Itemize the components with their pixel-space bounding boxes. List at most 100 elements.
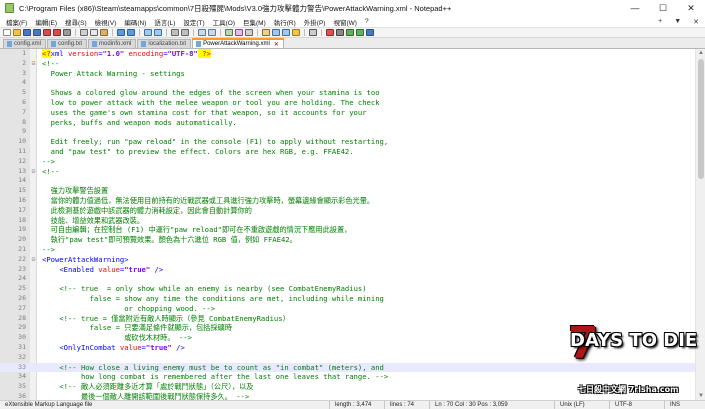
code-line[interactable]: 25 <!-- true = only show while an enemy … bbox=[0, 284, 705, 294]
open-file-icon[interactable] bbox=[13, 29, 21, 36]
code-line[interactable]: 5 Shows a colored glow around the edges … bbox=[0, 88, 705, 98]
menu-item[interactable]: 語言(L) bbox=[150, 17, 179, 27]
tab-file[interactable]: localization.txt bbox=[137, 39, 192, 48]
zoom-in-icon[interactable] bbox=[171, 29, 179, 36]
sync-horizontal-icon[interactable] bbox=[208, 29, 216, 36]
code-line[interactable]: 8 perks, buffs and weapon mods automatic… bbox=[0, 118, 705, 128]
status-encoding[interactable]: UTF-8 bbox=[610, 401, 665, 409]
code-line[interactable]: 24 bbox=[0, 274, 705, 284]
show-all-chars-icon[interactable] bbox=[235, 29, 243, 36]
code-token: --> bbox=[42, 156, 55, 166]
menu-item[interactable]: 工具(O) bbox=[209, 17, 239, 27]
code-line[interactable]: 18 技能、增益效果和武器改裝。 bbox=[0, 216, 705, 226]
menu-item[interactable]: 外掛(P) bbox=[300, 17, 330, 27]
cut-icon[interactable] bbox=[80, 29, 88, 36]
function-list-icon[interactable] bbox=[282, 29, 290, 36]
tab-close-icon[interactable]: ✕ bbox=[274, 41, 279, 48]
line-number: 24 bbox=[18, 274, 26, 283]
code-line[interactable]: 20 執行"paw test"即可預覽效果。顏色為十六進位 RGB 值，例如 F… bbox=[0, 235, 705, 245]
menu-item[interactable]: 視窗(W) bbox=[329, 17, 360, 27]
code-line[interactable]: 12 --> bbox=[0, 157, 705, 167]
code-line[interactable]: 16 當你的體力值過低，無法使用目前持有的近戰武器或工具進行強力攻擊時，螢幕邊緣… bbox=[0, 196, 705, 206]
folder-workspace-icon[interactable] bbox=[292, 29, 300, 36]
menu-item[interactable]: 檢視(V) bbox=[91, 17, 121, 27]
code-line[interactable]: 4 bbox=[0, 78, 705, 88]
menu-item[interactable]: 執行(R) bbox=[270, 17, 300, 27]
new-tab-plus-icon[interactable]: + bbox=[652, 18, 668, 25]
copy-icon[interactable] bbox=[90, 29, 98, 36]
close-doc-icon[interactable]: ✕ bbox=[687, 18, 705, 26]
close-button[interactable]: ✕ bbox=[677, 0, 705, 16]
code-line[interactable]: 7 uses the game's own stamina cost for t… bbox=[0, 108, 705, 118]
status-eol[interactable]: Unix (LF) bbox=[555, 401, 610, 409]
sync-vertical-icon[interactable] bbox=[198, 29, 206, 36]
tab-list-arrow-icon[interactable]: ▼ bbox=[668, 18, 687, 25]
new-file-icon[interactable] bbox=[3, 29, 11, 36]
code-line[interactable]: 19 可自由編輯；在控制台 (F1) 中運行"paw reload"即可在不重啟… bbox=[0, 225, 705, 235]
macro-play-icon[interactable] bbox=[346, 29, 354, 36]
menu-item[interactable]: 檔案(F) bbox=[2, 17, 31, 27]
code-token: 或砍伐木材時。 --> bbox=[42, 333, 192, 343]
code-line[interactable]: 15 強力攻擊警告設置 bbox=[0, 186, 705, 196]
macro-stop-icon[interactable] bbox=[336, 29, 344, 36]
code-line[interactable]: 1 <?xml version="1.0" encoding="UTF-8" ?> bbox=[0, 49, 705, 59]
monitor-icon[interactable] bbox=[309, 29, 317, 36]
code-line[interactable]: 23 <Enabled value="true" /> bbox=[0, 265, 705, 275]
doc-map-icon[interactable] bbox=[272, 29, 280, 36]
menu-item[interactable]: 搜尋(S) bbox=[61, 17, 91, 27]
code-line[interactable]: 21 --> bbox=[0, 245, 705, 255]
code-line[interactable]: 10 Edit freely; run "paw reload" in the … bbox=[0, 137, 705, 147]
scroll-down-icon[interactable]: ▼ bbox=[698, 393, 704, 399]
fold-toggle-icon[interactable]: ⊟ bbox=[31, 167, 36, 177]
fold-toggle-icon[interactable]: ⊟ bbox=[31, 59, 36, 69]
code-line[interactable]: 17 此檢測基於遊戲中該武器的體力消耗設定，因此會自動計算你的 bbox=[0, 206, 705, 216]
macro-save-icon[interactable] bbox=[366, 29, 374, 36]
indent-guide-icon[interactable] bbox=[245, 29, 253, 36]
replace-icon[interactable] bbox=[154, 29, 162, 36]
lang-define-icon[interactable] bbox=[262, 29, 270, 36]
menu-item[interactable]: 編碼(N) bbox=[120, 17, 150, 27]
code-line[interactable]: 13 ⊟ <!-- bbox=[0, 167, 705, 177]
code-token: false = 只要滿足條件就顯示，包括採礦時 bbox=[42, 323, 233, 333]
macro-play-multiple-icon[interactable] bbox=[356, 29, 364, 36]
code-line[interactable]: 11 and "paw test" to preview the effect.… bbox=[0, 147, 705, 157]
menu-item[interactable]: 編輯(E) bbox=[31, 17, 61, 27]
scroll-up-icon[interactable]: ▲ bbox=[698, 50, 704, 56]
minimize-button[interactable]: — bbox=[621, 0, 649, 16]
code-line[interactable]: 6 low to power attack with the melee wea… bbox=[0, 98, 705, 108]
code-text: <PowerAttackWarning> bbox=[42, 255, 129, 265]
code-text: --> bbox=[42, 245, 55, 255]
code-line[interactable]: 9 bbox=[0, 127, 705, 137]
code-line[interactable]: 14 bbox=[0, 176, 705, 186]
code-line[interactable]: 3 Power Attack Warning - settings bbox=[0, 69, 705, 79]
fold-toggle-icon[interactable]: ⊟ bbox=[31, 255, 36, 265]
menu-item[interactable]: 設定(T) bbox=[179, 17, 208, 27]
maximize-button[interactable]: ☐ bbox=[649, 0, 677, 16]
tab-file[interactable]: modinfo.xml bbox=[88, 39, 137, 48]
code-line[interactable]: 2 ⊟ <!-- bbox=[0, 59, 705, 69]
tab-file[interactable]: PowerAttackWarning.xml ✕ bbox=[192, 38, 284, 48]
print-icon[interactable] bbox=[63, 29, 71, 36]
code-line[interactable]: 27 or chopping wood. --> bbox=[0, 304, 705, 314]
save-all-icon[interactable] bbox=[33, 29, 41, 36]
find-icon[interactable] bbox=[144, 29, 152, 36]
close-file-icon[interactable] bbox=[43, 29, 51, 36]
menu-item[interactable]: ? bbox=[361, 18, 373, 25]
macro-record-icon[interactable] bbox=[326, 29, 334, 36]
redo-icon[interactable] bbox=[127, 29, 135, 36]
undo-icon[interactable] bbox=[117, 29, 125, 36]
scrollbar-thumb[interactable] bbox=[698, 59, 704, 179]
status-insert-mode[interactable]: INS bbox=[665, 401, 705, 409]
save-icon[interactable] bbox=[23, 29, 31, 36]
menu-item[interactable]: 巨集(M) bbox=[239, 17, 270, 27]
zoom-out-icon[interactable] bbox=[181, 29, 189, 36]
code-line[interactable]: 26 false = show any time the conditions … bbox=[0, 294, 705, 304]
code-line[interactable]: 22 ⊟ <PowerAttackWarning> bbox=[0, 255, 705, 265]
tab-file[interactable]: config.txt bbox=[47, 39, 88, 48]
tab-bar: config.xml config.txt modinfo.xml localizat… bbox=[0, 38, 705, 49]
close-all-icon[interactable] bbox=[53, 29, 61, 36]
tab-file[interactable]: config.xml bbox=[3, 39, 47, 48]
code-token: version bbox=[63, 49, 99, 58]
paste-icon[interactable] bbox=[100, 29, 108, 36]
word-wrap-icon[interactable] bbox=[225, 29, 233, 36]
